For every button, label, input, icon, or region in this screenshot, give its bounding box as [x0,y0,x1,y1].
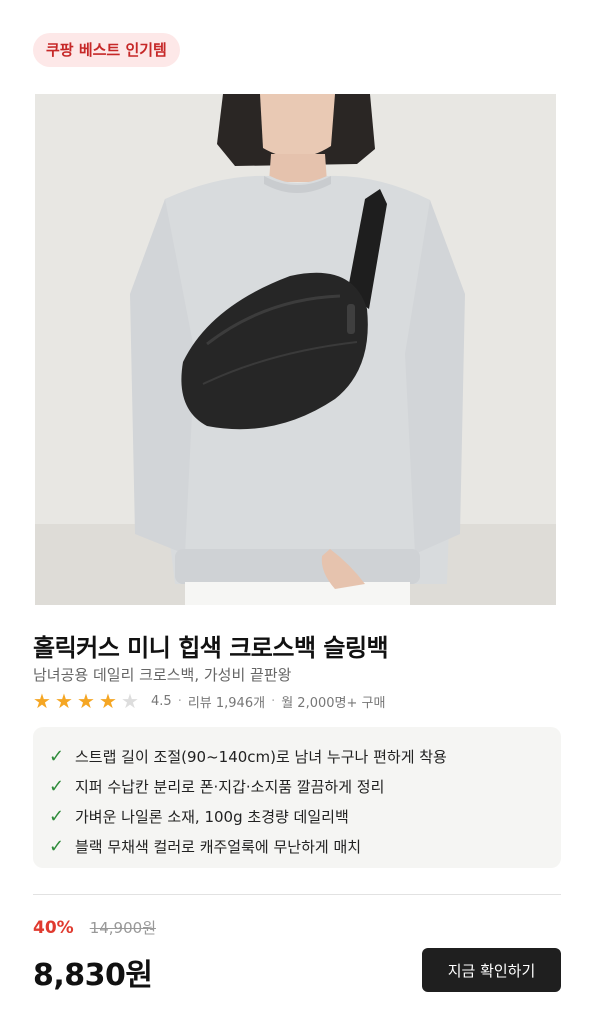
product-subtitle: 남녀공용 데일리 크로스백, 가성비 끝판왕 [33,666,292,684]
feature-item: ✓ 가벼운 나일론 소재, 100g 초경량 데일리백 [49,801,561,831]
best-item-badge: 쿠팡 베스트 인기템 [33,33,180,67]
feature-item: ✓ 지퍼 수납칸 분리로 폰·지갑·소지품 깔끔하게 정리 [49,771,561,801]
rating-row: ★ ★ ★ ★ ★ 4.5 · 리뷰 1,946개 · 월 2,000명+ 구매 [33,689,385,713]
check-now-button[interactable]: 지금 확인하기 [422,948,561,992]
feature-text: 블랙 무채색 컬러로 캐주얼룩에 무난하게 매치 [75,837,362,856]
feature-text: 가벼운 나일론 소재, 100g 초경량 데일리백 [75,807,349,826]
monthly-sales: 월 2,000명+ 구매 [281,695,386,711]
rating-value: 4.5 [151,693,172,709]
check-icon: ✓ [49,775,65,797]
product-title: 홀릭커스 미니 힙색 크로스백 슬링백 [33,634,389,662]
review-count[interactable]: 리뷰 1,946개 [188,692,265,711]
divider [33,894,561,895]
feature-text: 지퍼 수납칸 분리로 폰·지갑·소지품 깔끔하게 정리 [75,777,385,796]
star-rating: ★ ★ ★ ★ ★ [33,691,143,711]
original-price: 14,900원 [89,919,156,937]
feature-item: ✓ 블랙 무채색 컬러로 캐주얼룩에 무난하게 매치 [49,831,561,861]
feature-list: ✓ 스트랩 길이 조절(90~140cm)로 남녀 누구나 편하게 착용 ✓ 지… [33,727,561,868]
discount-rate: 40% [33,917,74,938]
separator-dot: · [271,693,276,709]
product-image [35,94,556,605]
check-icon: ✓ [49,805,65,827]
star-icon: ★ [55,689,73,713]
sale-price: 8,830원 [33,958,153,993]
check-icon: ✓ [49,745,65,767]
discount-row: 40% 14,900원 [33,917,156,938]
feature-item: ✓ 스트랩 길이 조절(90~140cm)로 남녀 누구나 편하게 착용 [49,741,561,771]
star-empty-icon: ★ [121,689,139,713]
separator-dot: · [177,693,182,709]
star-icon: ★ [99,689,117,713]
feature-text: 스트랩 길이 조절(90~140cm)로 남녀 누구나 편하게 착용 [75,747,447,766]
check-icon: ✓ [49,835,65,857]
star-icon: ★ [77,689,95,713]
star-icon: ★ [33,689,51,713]
